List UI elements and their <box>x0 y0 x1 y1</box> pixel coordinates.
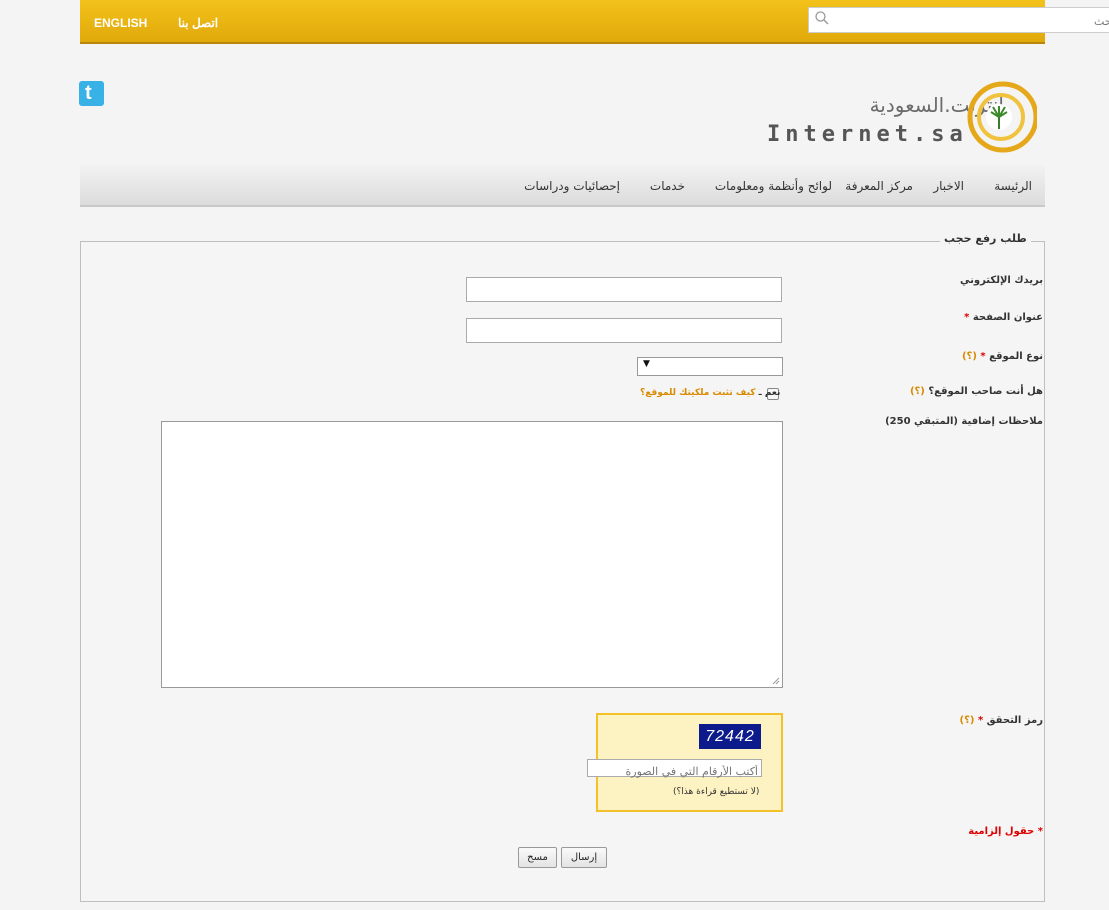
main-nav: الرئيسة الاخبار مركز المعرفة لوائح وأنظم… <box>80 165 1045 207</box>
search-input[interactable] <box>833 8 1109 34</box>
top-bar: ENGLISH اتصل بنا <box>80 0 1109 44</box>
notes-textarea[interactable] <box>161 421 783 688</box>
captcha-help-marker[interactable]: (؟) <box>960 715 975 726</box>
nav-regulations[interactable]: لوائح وأنظمة ومعلومات <box>715 179 832 193</box>
twitter-glyph: t <box>85 82 92 104</box>
chevron-down-icon: ▼ <box>643 359 650 369</box>
resize-grip-icon[interactable] <box>772 677 780 685</box>
nav-home[interactable]: الرئيسة <box>994 179 1032 193</box>
captcha-label: رمز التحقق * (؟) <box>960 715 1044 726</box>
site-type-select[interactable]: ▼ <box>637 357 783 376</box>
owner-label-text: هل أنت صاحب الموقع؟ <box>928 386 1043 397</box>
required-marker: * <box>980 351 986 362</box>
submit-button[interactable]: إرسال <box>561 847 607 868</box>
english-link[interactable]: ENGLISH <box>94 16 147 30</box>
captcha-box: 72442 (لا تستطيع قراءة هذا؟) <box>587 713 783 812</box>
captcha-cant-read-link[interactable]: (لا تستطيع قراءة هذا؟) <box>673 787 759 797</box>
page-address-field[interactable] <box>466 318 782 343</box>
email-field[interactable] <box>466 277 782 302</box>
nav-services[interactable]: خدمات <box>650 179 685 193</box>
site-type-help[interactable]: (؟) <box>962 351 977 362</box>
notes-label: ملاحظات إضافية (المتبقي 250) <box>885 416 1043 427</box>
logo-english: Internet.sa <box>767 122 968 147</box>
contact-link[interactable]: اتصل بنا <box>178 16 218 30</box>
owner-proof-link[interactable]: كيف تثبت ملكيتك للموقع؟ <box>640 388 755 398</box>
nav-news[interactable]: الاخبار <box>933 179 964 193</box>
nav-knowledge-center[interactable]: مركز المعرفة <box>845 179 913 193</box>
email-label: بريدك الإلكتروني <box>960 275 1043 286</box>
required-fields-text: حقول إلزامية <box>968 826 1035 837</box>
clear-button[interactable]: مسح <box>518 847 557 868</box>
logo-palm-icon[interactable] <box>965 79 1037 155</box>
owner-yes-label: نعم ـ <box>758 388 781 398</box>
captcha-input[interactable] <box>588 763 761 780</box>
owner-checkbox-text: نعم ـ كيف تثبت ملكيتك للموقع؟ <box>640 388 780 398</box>
form-legend: طلب رفع حجب <box>940 232 1031 245</box>
site-type-label-text: نوع الموقع <box>989 351 1043 362</box>
search-box[interactable] <box>808 7 1109 34</box>
site-type-label: نوع الموقع * (؟) <box>962 351 1043 362</box>
nav-statistics[interactable]: إحصائيات ودراسات <box>524 179 620 193</box>
page-address-label: عنوان الصفحة * <box>964 312 1043 323</box>
required-marker: * <box>977 715 984 726</box>
owner-label: هل أنت صاحب الموقع؟ (؟) <box>910 386 1043 397</box>
search-icon[interactable] <box>814 10 830 26</box>
twitter-icon[interactable]: t <box>79 81 104 106</box>
page-address-label-text: عنوان الصفحة <box>972 312 1043 323</box>
required-fields-note: * حقول إلزامية <box>968 826 1043 837</box>
required-marker: * <box>964 312 970 323</box>
captcha-label-text: رمز التحقق <box>986 715 1043 726</box>
owner-help[interactable]: (؟) <box>910 386 925 397</box>
captcha-image: 72442 <box>699 724 761 749</box>
required-marker: * <box>1037 826 1043 837</box>
captcha-field[interactable] <box>587 759 762 780</box>
